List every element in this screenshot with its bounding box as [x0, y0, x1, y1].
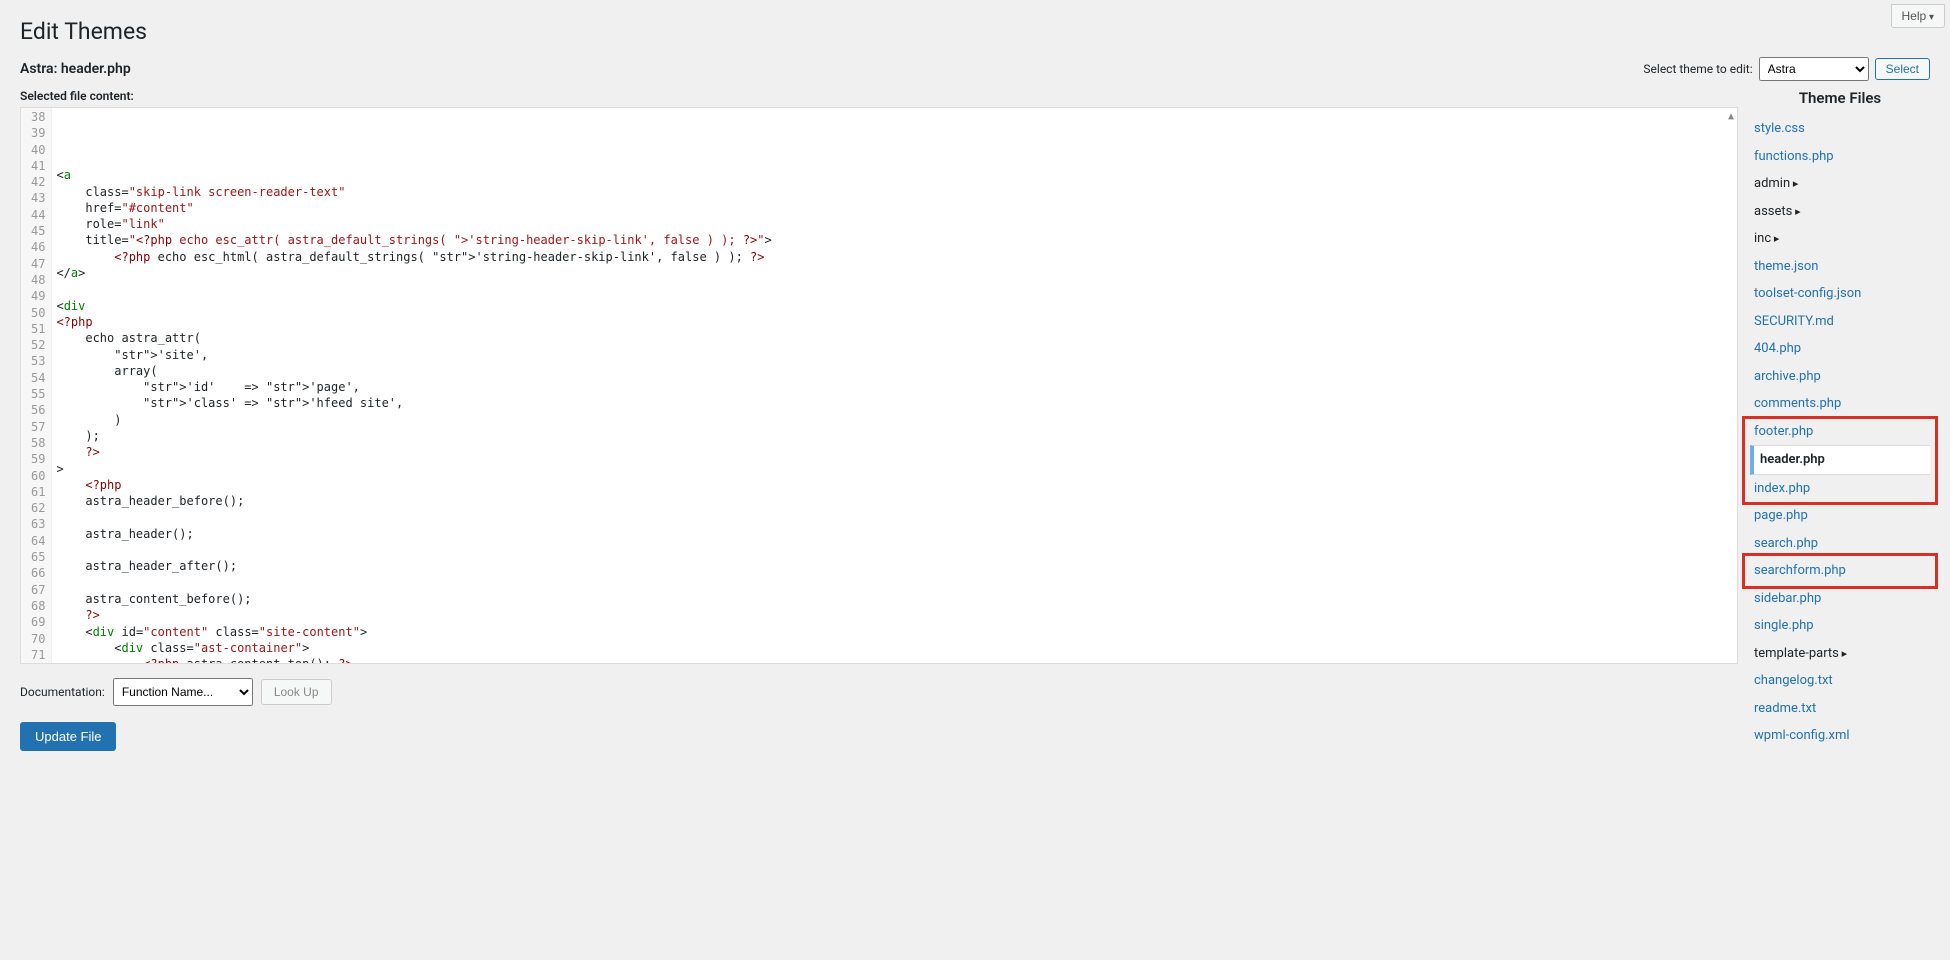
scroll-up-icon[interactable]: ▲	[1728, 111, 1734, 122]
lookup-button[interactable]: Look Up	[261, 679, 332, 705]
code-line[interactable]: array(	[56, 363, 1737, 379]
theme-files-heading: Theme Files	[1750, 89, 1930, 107]
code-line[interactable]: ?>	[56, 607, 1737, 623]
file-item[interactable]: index.php	[1750, 475, 1930, 503]
code-line[interactable]: <?php echo esc_html( astra_default_strin…	[56, 249, 1737, 265]
line-gutter: 3839404142434445464748495051525354555657…	[21, 108, 52, 663]
folder-item[interactable]: admin	[1750, 170, 1930, 198]
file-item[interactable]: sidebar.php	[1750, 585, 1930, 613]
code-line[interactable]	[56, 510, 1737, 526]
code-line[interactable]: <div class="ast-container">	[56, 640, 1737, 656]
help-button[interactable]: Help	[1891, 4, 1946, 28]
code-line[interactable]: <?php astra_content_top(); ?>	[56, 656, 1737, 664]
file-item[interactable]: searchform.php	[1750, 557, 1930, 585]
code-line[interactable]: ?>	[56, 444, 1737, 460]
file-item[interactable]: archive.php	[1750, 363, 1930, 391]
code-line[interactable]: );	[56, 428, 1737, 444]
file-item[interactable]: wpml-config.xml	[1750, 722, 1930, 750]
code-line[interactable]: "str">'class' => "str">'hfeed site',	[56, 395, 1737, 411]
code-line[interactable]: astra_header_after();	[56, 558, 1737, 574]
page-title: Edit Themes	[20, 18, 1930, 45]
code-line[interactable]: class="skip-link screen-reader-text"	[56, 184, 1737, 200]
code-line[interactable]: href="#content"	[56, 200, 1737, 216]
file-item[interactable]: header.php	[1750, 445, 1930, 475]
code-line[interactable]	[56, 542, 1737, 558]
folder-item[interactable]: template-parts	[1750, 640, 1930, 668]
code-line[interactable]: <div	[56, 298, 1737, 314]
code-editor[interactable]: 3839404142434445464748495051525354555657…	[20, 107, 1738, 664]
code-content[interactable]: ▲ <a class="skip-link screen-reader-text…	[52, 108, 1737, 663]
file-item[interactable]: single.php	[1750, 612, 1930, 640]
code-line[interactable]	[56, 281, 1737, 297]
documentation-label: Documentation:	[20, 685, 105, 699]
code-line[interactable]: astra_header();	[56, 526, 1737, 542]
function-name-select[interactable]: Function Name...	[113, 678, 253, 706]
code-line[interactable]: >	[56, 461, 1737, 477]
file-item[interactable]: comments.php	[1750, 390, 1930, 418]
code-line[interactable]: <div id="content" class="site-content">	[56, 624, 1737, 640]
code-line[interactable]	[56, 151, 1737, 167]
code-line[interactable]: role="link"	[56, 216, 1737, 232]
code-line[interactable]: echo astra_attr(	[56, 330, 1737, 346]
file-item[interactable]: search.php	[1750, 530, 1930, 558]
file-item[interactable]: SECURITY.md	[1750, 308, 1930, 336]
code-line[interactable]: </a>	[56, 265, 1737, 281]
code-line[interactable]: <a	[56, 167, 1737, 183]
file-item[interactable]: toolset-config.json	[1750, 280, 1930, 308]
theme-select[interactable]: Astra	[1759, 57, 1869, 81]
select-theme-label: Select theme to edit:	[1643, 62, 1752, 76]
update-file-button[interactable]: Update File	[20, 722, 116, 751]
code-line[interactable]: "str">'site',	[56, 347, 1737, 363]
code-line[interactable]: astra_header_before();	[56, 493, 1737, 509]
code-line[interactable]: <?php	[56, 477, 1737, 493]
folder-item[interactable]: assets	[1750, 198, 1930, 226]
select-button[interactable]: Select	[1875, 58, 1930, 80]
selected-file-label: Selected file content:	[20, 89, 1738, 103]
file-item[interactable]: 404.php	[1750, 335, 1930, 363]
code-line[interactable]	[56, 575, 1737, 591]
file-item[interactable]: changelog.txt	[1750, 667, 1930, 695]
current-file-heading: Astra: header.php	[20, 61, 131, 77]
file-item[interactable]: readme.txt	[1750, 695, 1930, 723]
file-item[interactable]: page.php	[1750, 502, 1930, 530]
file-list: style.cssfunctions.phpadminassetsincthem…	[1750, 115, 1930, 750]
code-line[interactable]: )	[56, 412, 1737, 428]
code-line[interactable]: "str">'id' => "str">'page',	[56, 379, 1737, 395]
code-line[interactable]: <?php	[56, 314, 1737, 330]
file-item[interactable]: footer.php	[1750, 418, 1930, 446]
file-item[interactable]: theme.json	[1750, 253, 1930, 281]
file-item[interactable]: style.css	[1750, 115, 1930, 143]
code-line[interactable]: title="<?php echo esc_attr( astra_defaul…	[56, 232, 1737, 248]
code-line[interactable]: astra_content_before();	[56, 591, 1737, 607]
folder-item[interactable]: inc	[1750, 225, 1930, 253]
file-item[interactable]: functions.php	[1750, 143, 1930, 171]
